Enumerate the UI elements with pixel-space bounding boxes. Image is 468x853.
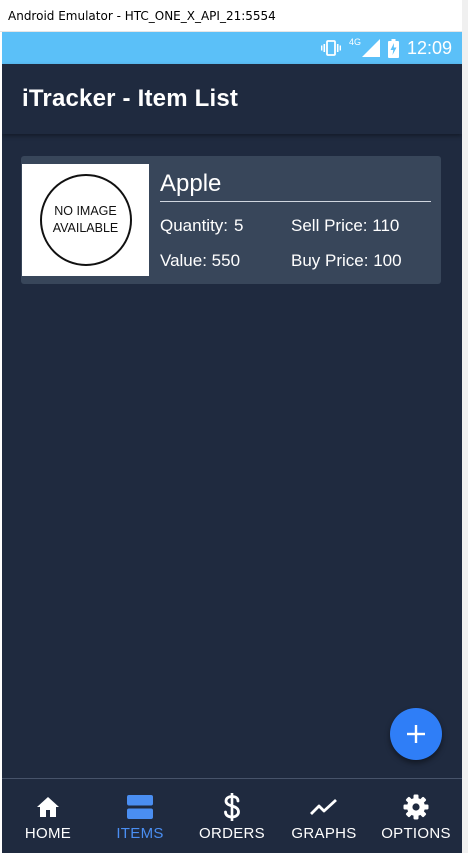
available-text: AVAILABLE	[52, 221, 119, 235]
vibrate-icon	[320, 40, 341, 56]
trending-up-icon	[310, 793, 338, 821]
battery-charging-icon	[387, 38, 399, 58]
item-quantity: Quantity: 5	[160, 216, 244, 236]
window-border	[462, 0, 468, 853]
nav-graphs[interactable]: GRAPHS	[278, 779, 370, 853]
emulator-window-title: Android Emulator - HTC_ONE_X_API_21:5554	[0, 0, 468, 32]
no-image-text: NO IMAGE	[54, 204, 117, 218]
dollar-icon	[223, 793, 241, 821]
nav-items[interactable]: ITEMS	[94, 779, 186, 853]
item-sell-price: Sell Price: 110	[291, 216, 400, 235]
item-buy-price: Buy Price: 100	[291, 251, 402, 270]
nav-orders[interactable]: ORDERS	[186, 779, 278, 853]
item-image-placeholder: NO IMAGE AVAILABLE	[22, 164, 149, 276]
nav-graphs-label: GRAPHS	[291, 825, 357, 842]
no-image-badge: NO IMAGE AVAILABLE	[39, 174, 132, 266]
status-bar: 4G 12:09	[2, 32, 462, 64]
plus-icon	[407, 725, 425, 743]
nav-options[interactable]: OPTIONS	[370, 779, 462, 853]
page-title: iTracker - Item List	[22, 85, 239, 112]
nav-options-label: OPTIONS	[381, 825, 451, 842]
nav-items-label: ITEMS	[116, 825, 164, 842]
item-name: Apple	[160, 170, 431, 202]
phone-screen: 4G 12:09 iTracker - Item List NO IMAGE A…	[2, 32, 462, 853]
network-type-label: 4G	[348, 37, 361, 47]
nav-orders-label: ORDERS	[199, 825, 265, 842]
gear-icon	[403, 793, 429, 821]
app-bar: iTracker - Item List	[2, 64, 462, 134]
home-icon	[36, 793, 60, 821]
quantity-label: Quantity:	[160, 216, 229, 235]
item-value: Value: 550	[160, 251, 241, 270]
quantity-value: 5	[234, 216, 244, 235]
add-item-button[interactable]	[390, 708, 442, 760]
item-card[interactable]: NO IMAGE AVAILABLE Apple Quantity: 5 Sell…	[21, 156, 441, 284]
bottom-navigation: HOME ITEMS ORDERS GRAPHS OPTIONS	[2, 778, 462, 853]
clock: 12:09	[406, 37, 452, 58]
nav-home-label: HOME	[24, 825, 72, 842]
signal-icon	[361, 39, 380, 57]
items-icon	[127, 793, 153, 821]
nav-home[interactable]: HOME	[2, 779, 94, 853]
